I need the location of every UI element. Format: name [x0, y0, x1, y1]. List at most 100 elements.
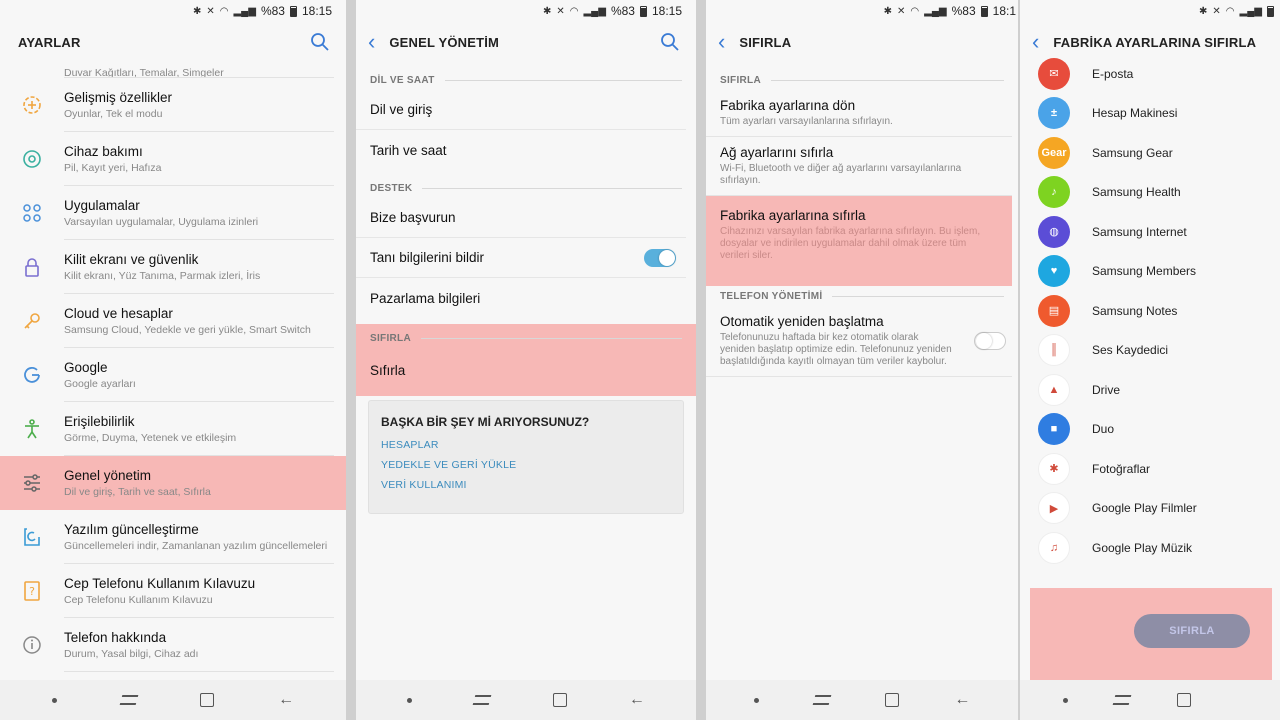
mute-icon: ✕ [897, 5, 906, 17]
help-icon: ? [20, 579, 44, 603]
mute-icon: ✕ [1212, 5, 1221, 17]
diagnostic-toggle[interactable] [644, 248, 676, 267]
battery-icon [980, 5, 988, 17]
network-reset-item[interactable]: Ağ ayarlarını sıfırla Wi-Fi, Bluetooth v… [706, 137, 1012, 196]
settings-item-sub: Dil ve giriş, Tarih ve saat, Sıfırla [64, 486, 211, 498]
app-list: ✉ E-posta ± Hesap Makinesi Gear Samsung Gear ♪… [1020, 54, 1280, 568]
auto-restart-item[interactable]: Otomatik yeniden başlatma Telefonunuzu h… [706, 306, 1012, 377]
wifi-icon: ◠ [219, 5, 229, 17]
settings-item-label: Uygulamalar [64, 197, 140, 213]
back-arrow-icon[interactable]: ‹ [718, 31, 725, 53]
app-list-item: ✉ E-posta [1020, 54, 1280, 94]
section-header: DESTEK [356, 178, 696, 198]
status-bar: ✱ ✕ ◠ ▂▄▆ [1020, 0, 1280, 22]
settings-item-sub: Güncellemeleri indir, Zamanlanan yazılım… [64, 539, 328, 552]
card-link-backup[interactable]: YEDEKLE VE GERİ YÜKLE [381, 459, 671, 471]
item-sub: Cihazınızı varsayılan fabrika ayarlarına… [720, 226, 981, 261]
battery-text: %83 [610, 4, 635, 18]
settings-item-software-update[interactable]: Yazılım güncelleştirme Güncellemeleri ind… [0, 510, 346, 564]
sliders-icon [20, 471, 44, 495]
marketing-item[interactable]: Pazarlama bilgileri [356, 278, 686, 318]
item-title: Fabrika ayarlarına dön [720, 98, 856, 113]
settings-item-cloud[interactable]: Cloud ve hesaplar Samsung Cloud, Yedekle … [0, 294, 346, 348]
back-icon[interactable]: ← [629, 691, 645, 709]
time-text: 18:15 [301, 4, 332, 18]
back-arrow-icon[interactable]: ‹ [368, 31, 375, 53]
factory-defaults-item[interactable]: Fabrika ayarlarına dön Tüm ayarları vars… [706, 90, 1012, 137]
contact-us-item[interactable]: Bize başvurun [356, 198, 686, 238]
home-icon[interactable] [552, 693, 567, 707]
settings-item-advanced[interactable]: Gelişmiş özellikler Oyunlar, Tek el modu [0, 78, 346, 132]
settings-item-label: Google [64, 359, 108, 375]
page-title: GENEL YÖNETİM [389, 34, 500, 50]
app-list-item: ▶ Google Play Filmler [1020, 489, 1280, 529]
software-update-icon [20, 525, 44, 549]
settings-item-label: Kilit ekranı ve güvenlik [64, 251, 199, 267]
recent-apps-icon[interactable] [812, 695, 832, 705]
settings-item-label: Cloud ve hesaplar [64, 305, 173, 321]
item-sub: Wi-Fi, Bluetooth ve diğer ağ ayarlarını … [720, 163, 962, 186]
general-management-screen: ✱ ✕ ◠ ▂▄▆ %83 18:15 ‹ GENEL YÖNETİM DİL … [356, 0, 696, 720]
battery-text: %83 [951, 4, 976, 18]
time-text: 18:1 [992, 4, 1016, 18]
settings-list: Duvar Kağıtları, Temalar, Simgeler Geliş… [0, 52, 346, 672]
card-link-data-usage[interactable]: VERİ KULLANIMI [381, 479, 671, 491]
settings-item-sub: Google ayarları [64, 377, 136, 390]
battery-icon [1267, 5, 1274, 17]
card-link-accounts[interactable]: HESAPLAR [381, 439, 671, 451]
settings-item-accessibility[interactable]: Erişilebilirlik Görme, Duyma, Yetenek ve … [0, 402, 346, 456]
google-icon [20, 363, 44, 387]
back-icon[interactable]: ← [278, 691, 294, 709]
auto-restart-toggle[interactable] [974, 332, 1006, 350]
signal-icon: ▂▄▆ [233, 5, 256, 17]
factory-reset-screen: ✱ ✕ ◠ ▂▄▆ ‹ FABRİKA AYARLARINA SIFIRLA ✉… [1020, 0, 1280, 720]
language-input-item[interactable]: Dil ve giriş [356, 90, 686, 130]
settings-item-sub: Varsayılan uygulamalar, Uygulama izinler… [64, 215, 259, 228]
settings-item-user-manual[interactable]: ? Cep Telefonu Kullanım Kılavuzu Cep Tele… [0, 564, 346, 618]
app-name: Hesap Makinesi [1092, 106, 1178, 121]
back-icon[interactable]: ← [954, 691, 970, 709]
back-arrow-icon[interactable]: ‹ [1032, 31, 1039, 53]
home-icon[interactable] [885, 693, 900, 707]
app-list-item: ♥ Samsung Members [1020, 252, 1280, 292]
settings-item-general-management[interactable]: Genel yönetim Dil ve giriş, Tarih ve saat… [0, 456, 346, 510]
wifi-icon: ◠ [910, 5, 920, 17]
settings-screen: ✱ ✕ ◠ ▂▄▆ %83 18:15 AYARLAR Duvar Kağıtl… [0, 0, 346, 720]
recent-apps-icon[interactable] [1113, 695, 1132, 705]
app-name: Duo [1092, 422, 1115, 437]
home-icon[interactable] [200, 693, 215, 707]
factory-reset-item[interactable]: Fabrika ayarlarına sıfırla Cihazınızı va… [706, 196, 1012, 286]
diagnostic-item[interactable]: Tanı bilgilerini bildir [356, 238, 686, 278]
app-icon: ▤ [1038, 294, 1070, 327]
reset-item[interactable]: Sıfırla [356, 348, 686, 392]
app-bar: ‹ GENEL YÖNETİM [356, 22, 696, 62]
app-name: E-posta [1092, 66, 1134, 81]
factory-reset-button[interactable]: SIFIRLA [1134, 614, 1250, 648]
settings-item-wallpapers[interactable]: Duvar Kağıtları, Temalar, Simgeler [0, 52, 346, 78]
app-list-item: ✱ Fotoğraflar [1020, 449, 1280, 489]
settings-item-device-care[interactable]: Cihaz bakımı Pil, Kayıt yeri, Hafıza [0, 132, 346, 186]
settings-item-sub: Oyunlar, Tek el modu [64, 107, 163, 120]
app-icon: ± [1038, 97, 1070, 130]
search-icon[interactable] [660, 32, 680, 52]
recent-apps-icon[interactable] [473, 695, 492, 705]
app-name: Fotoğraflar [1092, 461, 1151, 476]
recent-apps-icon[interactable] [119, 695, 138, 705]
wifi-icon: ◠ [569, 5, 579, 17]
nav-bar: ← [0, 680, 346, 720]
settings-item-about-phone[interactable]: Telefon hakkında Durum, Yasal bilgi, Ciha… [0, 618, 346, 672]
search-icon[interactable] [310, 32, 330, 52]
home-icon[interactable] [1176, 693, 1191, 707]
card-title: BAŞKA BİR ŞEY Mİ ARIYORSUNUZ? [381, 415, 590, 429]
item-sub: Tüm ayarları varsayılanlarına sıfırlayın… [720, 116, 893, 127]
nav-dot-icon [753, 697, 759, 703]
settings-item-google[interactable]: Google Google ayarları [0, 348, 346, 402]
settings-item-lockscreen[interactable]: Kilit ekranı ve güvenlik Kilit ekranı, Yü… [0, 240, 346, 294]
section-header: TELEFON YÖNETİMİ [706, 286, 1018, 306]
date-time-item[interactable]: Tarih ve saat [356, 130, 686, 170]
item-title: Fabrika ayarlarına sıfırla [720, 208, 866, 223]
settings-item-sub: Pil, Kayıt yeri, Hafıza [64, 161, 162, 174]
key-icon [20, 309, 44, 333]
reset-list: SIFIRLA Fabrika ayarlarına dön Tüm ayarl… [706, 70, 1018, 377]
settings-item-apps[interactable]: Uygulamalar Varsayılan uygulamalar, Uygul… [0, 186, 346, 240]
